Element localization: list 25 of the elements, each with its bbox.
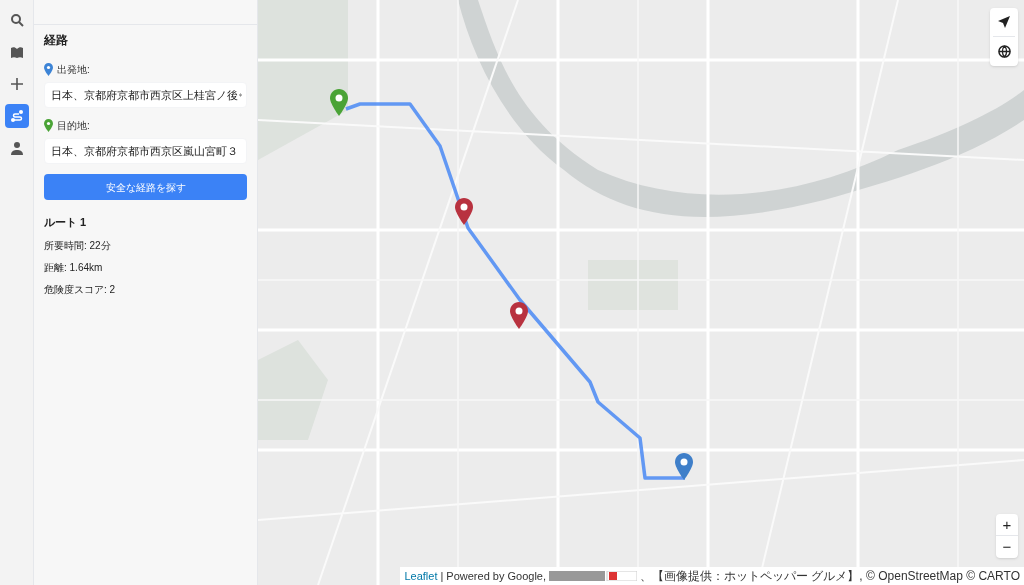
origin-label: 出発地:: [57, 63, 90, 77]
location-pin-icon: [44, 63, 53, 76]
attribution-text: | Powered by Google,: [440, 568, 547, 584]
location-pin-icon: [44, 119, 53, 132]
route-heading: ルート 1: [44, 215, 88, 230]
destination-label: 目的地:: [57, 119, 90, 133]
map-marker[interactable]: [675, 453, 693, 480]
zoom-in-button[interactable]: +: [996, 514, 1018, 536]
logo-icon: [549, 571, 638, 581]
leaflet-link[interactable]: Leaflet: [404, 567, 438, 585]
destination-field[interactable]: 日本、京都府京都市西京区嵐山宮町３: [44, 138, 247, 164]
route-stat: 危険度スコア: 2: [44, 282, 117, 297]
navigation-arrow-icon[interactable]: [998, 16, 1010, 28]
globe-icon[interactable]: [997, 45, 1011, 58]
route-stat: 所要時間: 22分: [44, 238, 112, 253]
route-icon[interactable]: [4, 104, 29, 128]
origin-field[interactable]: 日本、京都府京都市西京区上桂宮ノ後: [44, 82, 247, 108]
attribution-text: 、【画像提供：ホットペッパー グルメ】, © OpenStreetMap © CARTO: [640, 568, 1020, 585]
find-route-button[interactable]: 安全な経路を探す: [44, 174, 247, 200]
zoom-out-button[interactable]: −: [996, 536, 1018, 558]
panel-title: 経路: [44, 32, 69, 48]
map-marker[interactable]: [510, 302, 528, 329]
map-marker[interactable]: [330, 89, 348, 116]
map-marker[interactable]: [455, 198, 473, 225]
route-stat: 距離: 1.64km: [44, 260, 104, 275]
